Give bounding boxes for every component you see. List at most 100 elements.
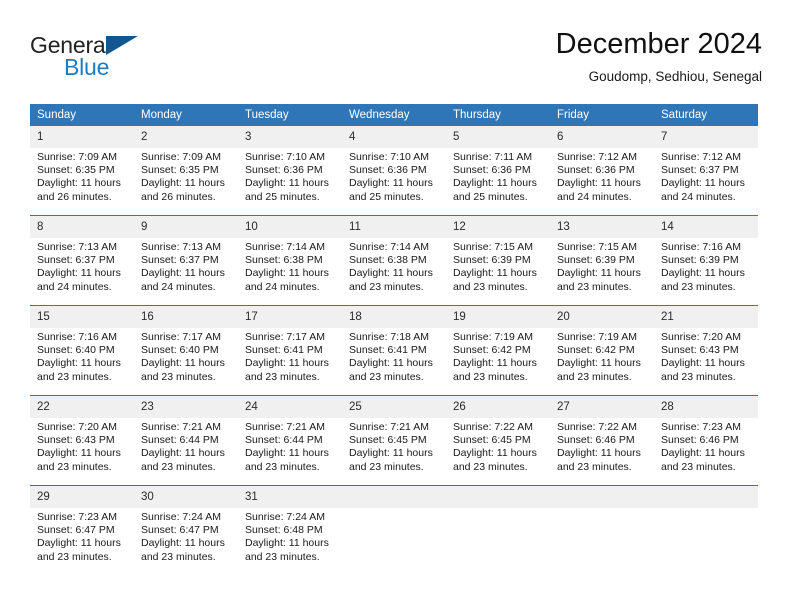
day-cell[interactable]: 8 Sunrise: 7:13 AM Sunset: 6:37 PM Daylight… [30,215,134,306]
day-cell-inner [446,486,550,575]
triangle-flag-icon [106,36,138,55]
day-number: 28 [654,396,758,418]
day-cell[interactable]: 26 Sunrise: 7:22 AM Sunset: 6:45 PM Dayligh… [446,395,550,486]
day-cell[interactable]: 7 Sunrise: 7:12 AM Sunset: 6:37 PM Daylight… [654,126,758,216]
daylight-duration-line2: and 23 minutes. [453,370,528,383]
day-cell[interactable]: 29 Sunrise: 7:23 AM Sunset: 6:47 PM Dayligh… [30,485,134,575]
sunrise-time: Sunrise: 7:20 AM [37,421,117,433]
daylight-duration-line1: Daylight: 11 hours [245,267,329,280]
sunrise-time: Sunrise: 7:21 AM [141,421,221,433]
weekday-header-friday: Friday [550,104,654,126]
daylight-duration-line1: Daylight: 11 hours [141,177,225,190]
sunrise-time: Sunrise: 7:21 AM [349,421,429,433]
daylight-duration-line1: Daylight: 11 hours [557,267,641,280]
day-cell[interactable]: 25 Sunrise: 7:21 AM Sunset: 6:45 PM Dayligh… [342,395,446,486]
day-details: Sunrise: 7:19 AM Sunset: 6:42 PM Daylight:… [550,328,654,384]
day-number: 27 [550,396,654,418]
daylight-duration-line2: and 23 minutes. [557,370,632,383]
day-number: 17 [238,306,342,328]
day-cell[interactable]: 27 Sunrise: 7:22 AM Sunset: 6:46 PM Dayligh… [550,395,654,486]
sunrise-time: Sunrise: 7:15 AM [557,241,637,253]
general-blue-logo[interactable]: General Blue [30,32,230,88]
sunset-time: Sunset: 6:44 PM [141,434,219,447]
day-number [446,486,550,508]
day-cell[interactable]: 17 Sunrise: 7:17 AM Sunset: 6:41 PM Dayligh… [238,305,342,396]
day-number: 23 [134,396,238,418]
day-cell-inner: 13 Sunrise: 7:15 AM Sunset: 6:39 PM Dayligh… [550,216,654,305]
day-cell[interactable]: 6 Sunrise: 7:12 AM Sunset: 6:36 PM Daylight… [550,126,654,216]
day-cell[interactable]: 10 Sunrise: 7:14 AM Sunset: 6:38 PM Dayligh… [238,215,342,306]
daylight-duration-line2: and 23 minutes. [661,370,736,383]
daylight-duration-line1: Daylight: 11 hours [37,267,121,280]
day-cell[interactable]: 12 Sunrise: 7:15 AM Sunset: 6:39 PM Dayligh… [446,215,550,306]
day-number: 21 [654,306,758,328]
day-number: 26 [446,396,550,418]
weekday-header-tuesday: Tuesday [238,104,342,126]
day-cell[interactable]: 30 Sunrise: 7:24 AM Sunset: 6:47 PM Dayligh… [134,485,238,575]
daylight-duration-line1: Daylight: 11 hours [37,357,121,370]
daylight-duration-line1: Daylight: 11 hours [453,177,537,190]
day-cell-inner: 20 Sunrise: 7:19 AM Sunset: 6:42 PM Dayligh… [550,306,654,395]
daylight-duration-line1: Daylight: 11 hours [245,447,329,460]
day-cell[interactable]: 2 Sunrise: 7:09 AM Sunset: 6:35 PM Daylight… [134,126,238,216]
day-cell[interactable]: 3 Sunrise: 7:10 AM Sunset: 6:36 PM Daylight… [238,126,342,216]
day-cell[interactable]: 28 Sunrise: 7:23 AM Sunset: 6:46 PM Dayligh… [654,395,758,486]
day-details: Sunrise: 7:11 AM Sunset: 6:36 PM Daylight:… [446,148,550,204]
weekday-header-monday: Monday [134,104,238,126]
daylight-duration-line2: and 23 minutes. [245,370,320,383]
day-cell[interactable]: 15 Sunrise: 7:16 AM Sunset: 6:40 PM Dayligh… [30,305,134,396]
daylight-duration-line2: and 23 minutes. [141,370,216,383]
day-details: Sunrise: 7:24 AM Sunset: 6:47 PM Daylight:… [134,508,238,564]
day-cell[interactable]: 16 Sunrise: 7:17 AM Sunset: 6:40 PM Dayligh… [134,305,238,396]
day-cell[interactable]: 20 Sunrise: 7:19 AM Sunset: 6:42 PM Dayligh… [550,305,654,396]
day-cell[interactable]: 24 Sunrise: 7:21 AM Sunset: 6:44 PM Dayligh… [238,395,342,486]
sunset-time: Sunset: 6:43 PM [661,344,739,357]
day-cell-inner: 5 Sunrise: 7:11 AM Sunset: 6:36 PM Daylight… [446,126,550,215]
day-number: 13 [550,216,654,238]
day-cell[interactable]: 13 Sunrise: 7:15 AM Sunset: 6:39 PM Dayligh… [550,215,654,306]
sunrise-time: Sunrise: 7:10 AM [245,151,325,163]
day-cell[interactable]: 14 Sunrise: 7:16 AM Sunset: 6:39 PM Dayligh… [654,215,758,306]
day-cell-inner: 31 Sunrise: 7:24 AM Sunset: 6:48 PM Dayligh… [238,486,342,575]
sunrise-time: Sunrise: 7:20 AM [661,331,741,343]
day-cell[interactable]: 31 Sunrise: 7:24 AM Sunset: 6:48 PM Dayligh… [238,485,342,575]
daylight-duration-line1: Daylight: 11 hours [245,537,329,550]
day-details: Sunrise: 7:17 AM Sunset: 6:41 PM Daylight:… [238,328,342,384]
calendar-week-row: 29 Sunrise: 7:23 AM Sunset: 6:47 PM Dayligh… [30,485,758,575]
day-cell-empty [342,485,446,575]
daylight-duration-line1: Daylight: 11 hours [349,357,433,370]
sunset-time: Sunset: 6:39 PM [661,254,739,267]
day-cell[interactable]: 9 Sunrise: 7:13 AM Sunset: 6:37 PM Daylight… [134,215,238,306]
day-cell[interactable]: 4 Sunrise: 7:10 AM Sunset: 6:36 PM Daylight… [342,126,446,216]
day-cell-inner: 30 Sunrise: 7:24 AM Sunset: 6:47 PM Dayligh… [134,486,238,575]
day-number: 19 [446,306,550,328]
day-details: Sunrise: 7:09 AM Sunset: 6:35 PM Daylight:… [30,148,134,204]
day-cell[interactable]: 22 Sunrise: 7:20 AM Sunset: 6:43 PM Dayligh… [30,395,134,486]
day-cell[interactable]: 18 Sunrise: 7:18 AM Sunset: 6:41 PM Dayligh… [342,305,446,396]
day-cell-empty [550,485,654,575]
day-cell-inner [654,486,758,575]
day-details: Sunrise: 7:14 AM Sunset: 6:38 PM Daylight:… [342,238,446,294]
weekday-header-saturday: Saturday [654,104,758,126]
day-cell[interactable]: 5 Sunrise: 7:11 AM Sunset: 6:36 PM Daylight… [446,126,550,216]
day-number: 1 [30,126,134,148]
day-cell-inner: 21 Sunrise: 7:20 AM Sunset: 6:43 PM Dayligh… [654,306,758,395]
day-cell[interactable]: 11 Sunrise: 7:14 AM Sunset: 6:38 PM Dayligh… [342,215,446,306]
day-number: 4 [342,126,446,148]
sunset-time: Sunset: 6:38 PM [245,254,323,267]
day-details: Sunrise: 7:14 AM Sunset: 6:38 PM Daylight:… [238,238,342,294]
day-cell[interactable]: 1 Sunrise: 7:09 AM Sunset: 6:35 PM Daylight… [30,126,134,216]
day-details: Sunrise: 7:13 AM Sunset: 6:37 PM Daylight:… [30,238,134,294]
daylight-duration-line2: and 25 minutes. [349,190,424,203]
sunrise-time: Sunrise: 7:19 AM [453,331,533,343]
day-cell[interactable]: 23 Sunrise: 7:21 AM Sunset: 6:44 PM Dayligh… [134,395,238,486]
day-cell[interactable]: 21 Sunrise: 7:20 AM Sunset: 6:43 PM Dayligh… [654,305,758,396]
daylight-duration-line2: and 24 minutes. [141,280,216,293]
day-number: 16 [134,306,238,328]
day-cell-inner: 22 Sunrise: 7:20 AM Sunset: 6:43 PM Dayligh… [30,396,134,485]
sunrise-time: Sunrise: 7:24 AM [245,511,325,523]
day-cell[interactable]: 19 Sunrise: 7:19 AM Sunset: 6:42 PM Dayligh… [446,305,550,396]
day-cell-inner: 4 Sunrise: 7:10 AM Sunset: 6:36 PM Daylight… [342,126,446,215]
day-details: Sunrise: 7:21 AM Sunset: 6:44 PM Daylight:… [238,418,342,474]
day-details: Sunrise: 7:12 AM Sunset: 6:37 PM Daylight:… [654,148,758,204]
